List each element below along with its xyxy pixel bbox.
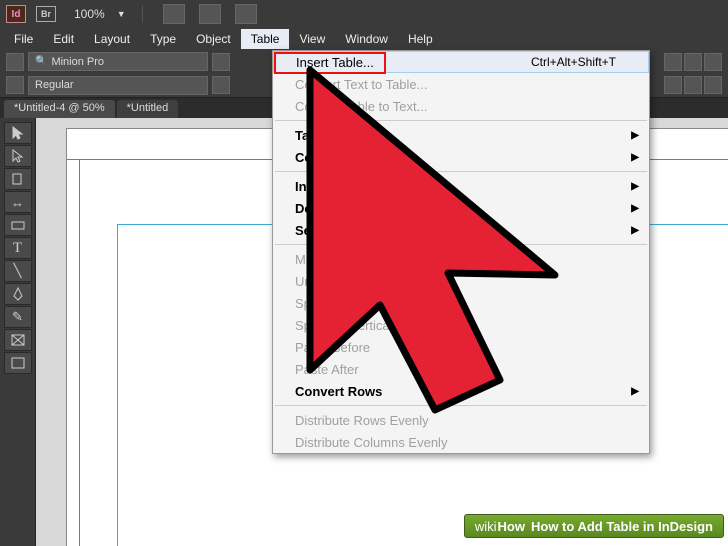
wikihow-title: How to Add Table in InDesign bbox=[531, 519, 713, 534]
menu-item-distribute-columns-evenly: Distribute Columns Evenly bbox=[273, 431, 649, 453]
menu-item-insert[interactable]: Insert ▶ bbox=[273, 175, 649, 197]
view-options-icon[interactable] bbox=[163, 4, 185, 24]
submenu-arrow-icon: ▶ bbox=[631, 130, 639, 141]
highlight-box bbox=[274, 52, 386, 74]
menu-item-convert-table-to-text: Convert Table to Text... bbox=[273, 95, 649, 117]
character-format-icon[interactable] bbox=[6, 53, 24, 71]
wikihow-how-text: How bbox=[498, 519, 525, 534]
menu-shortcut: Ctrl+Alt+Shift+T bbox=[531, 55, 616, 69]
superscript-icon[interactable] bbox=[684, 53, 702, 71]
chevron-down-icon[interactable]: ▼ bbox=[117, 9, 126, 19]
menu-item-label: Convert Rows bbox=[295, 384, 382, 399]
menu-item-label: Split Cell Horizontally bbox=[295, 296, 418, 311]
menu-item-label: Delete bbox=[295, 201, 334, 216]
menu-item-label: Paste After bbox=[295, 362, 359, 377]
menu-item-label: Distribute Columns Evenly bbox=[295, 435, 447, 450]
leading-icon[interactable] bbox=[212, 76, 230, 94]
type-tool-icon[interactable]: T bbox=[4, 237, 32, 259]
title-bar: Id Br 100% ▼ bbox=[0, 0, 728, 28]
menu-item-table-options[interactable]: Table Options ▶ bbox=[273, 124, 649, 146]
menu-window[interactable]: Window bbox=[335, 29, 398, 49]
zoom-level[interactable]: 100% bbox=[74, 7, 105, 21]
menu-item-label: Select bbox=[295, 223, 333, 238]
menu-bar: FileEditLayoutTypeObjectTableViewWindowH… bbox=[0, 28, 728, 50]
tool-panel: ↔ T ╲ ✎ bbox=[0, 118, 36, 546]
menu-edit[interactable]: Edit bbox=[43, 29, 84, 49]
menu-item-label: Cell Options bbox=[295, 150, 372, 165]
rectangle-frame-tool-icon[interactable] bbox=[4, 329, 32, 351]
menu-item-delete[interactable]: Delete ▶ bbox=[273, 197, 649, 219]
submenu-arrow-icon: ▶ bbox=[631, 152, 639, 163]
screen-mode-icon[interactable] bbox=[199, 4, 221, 24]
document-tab[interactable]: *Untitled bbox=[117, 100, 179, 118]
small-caps-icon[interactable] bbox=[664, 76, 682, 94]
menu-item-label: Split Cell Vertically bbox=[295, 318, 402, 333]
arrange-icon[interactable] bbox=[235, 4, 257, 24]
font-family-select[interactable]: 🔍 Minion Pro bbox=[28, 52, 208, 71]
paragraph-format-icon[interactable] bbox=[6, 76, 24, 94]
menu-item-split-cell-horizontally: Split Cell Horizontally bbox=[273, 292, 649, 314]
underline-icon[interactable] bbox=[704, 53, 722, 71]
direct-selection-tool-icon[interactable] bbox=[4, 145, 32, 167]
menu-separator bbox=[275, 244, 647, 245]
menu-table[interactable]: Table bbox=[241, 29, 290, 49]
wikihow-wiki-text: wiki bbox=[475, 519, 497, 534]
menu-item-paste-before: Paste Before bbox=[273, 336, 649, 358]
menu-item-convert-rows[interactable]: Convert Rows ▶ bbox=[273, 380, 649, 402]
submenu-arrow-icon: ▶ bbox=[631, 386, 639, 397]
menu-item-insert-table[interactable]: Insert Table...Ctrl+Alt+Shift+T bbox=[273, 51, 649, 73]
separator bbox=[142, 5, 143, 23]
pen-tool-icon[interactable] bbox=[4, 283, 32, 305]
font-style-value: Regular bbox=[35, 79, 74, 91]
submenu-arrow-icon: ▶ bbox=[631, 181, 639, 192]
menu-separator bbox=[275, 405, 647, 406]
selection-tool-icon[interactable] bbox=[4, 122, 32, 144]
menu-item-label: Table Options bbox=[295, 128, 381, 143]
all-caps-icon[interactable] bbox=[664, 53, 682, 71]
menu-separator bbox=[275, 120, 647, 121]
font-family-value: Minion Pro bbox=[51, 56, 104, 68]
table-menu-dropdown: Insert Table...Ctrl+Alt+Shift+T Convert T… bbox=[272, 50, 650, 454]
menu-item-label: Unmerge Cells bbox=[295, 274, 381, 289]
menu-item-label: Merge Cells bbox=[295, 252, 364, 267]
gap-tool-icon[interactable]: ↔ bbox=[4, 191, 32, 213]
app-logo-icon: Id bbox=[6, 5, 26, 23]
menu-type[interactable]: Type bbox=[140, 29, 186, 49]
menu-item-distribute-rows-evenly: Distribute Rows Evenly bbox=[273, 409, 649, 431]
menu-help[interactable]: Help bbox=[398, 29, 443, 49]
font-size-icon[interactable] bbox=[212, 53, 230, 71]
rectangle-tool-icon[interactable] bbox=[4, 352, 32, 374]
column-guide bbox=[117, 224, 118, 546]
submenu-arrow-icon: ▶ bbox=[631, 203, 639, 214]
menu-separator bbox=[275, 171, 647, 172]
page-tool-icon[interactable] bbox=[4, 168, 32, 190]
font-style-select[interactable]: Regular bbox=[28, 76, 208, 95]
menu-item-cell-options[interactable]: Cell Options ▶ bbox=[273, 146, 649, 168]
margin-guide bbox=[79, 159, 80, 546]
menu-object[interactable]: Object bbox=[186, 29, 241, 49]
document-tab[interactable]: *Untitled-4 @ 50% bbox=[4, 100, 115, 118]
menu-item-label: Insert bbox=[295, 179, 330, 194]
bridge-icon[interactable]: Br bbox=[36, 6, 56, 22]
menu-item-unmerge-cells: Unmerge Cells bbox=[273, 270, 649, 292]
menu-item-label: Convert Text to Table... bbox=[295, 77, 427, 92]
line-tool-icon[interactable]: ╲ bbox=[4, 260, 32, 282]
content-collector-tool-icon[interactable] bbox=[4, 214, 32, 236]
menu-item-label: Convert Table to Text... bbox=[295, 99, 427, 114]
pencil-tool-icon[interactable]: ✎ bbox=[4, 306, 32, 328]
menu-file[interactable]: File bbox=[4, 29, 43, 49]
strikethrough-icon[interactable] bbox=[704, 76, 722, 94]
menu-item-label: Paste Before bbox=[295, 340, 370, 355]
menu-item-select[interactable]: Select ▶ bbox=[273, 219, 649, 241]
menu-item-paste-after: Paste After bbox=[273, 358, 649, 380]
menu-layout[interactable]: Layout bbox=[84, 29, 140, 49]
wikihow-badge: wikiHow How to Add Table in InDesign bbox=[464, 514, 724, 538]
submenu-arrow-icon: ▶ bbox=[631, 225, 639, 236]
menu-item-merge-cells: Merge Cells bbox=[273, 248, 649, 270]
subscript-icon[interactable] bbox=[684, 76, 702, 94]
menu-item-split-cell-vertically: Split Cell Vertically bbox=[273, 314, 649, 336]
menu-item-label: Distribute Rows Evenly bbox=[295, 413, 429, 428]
menu-item-convert-text-to-table: Convert Text to Table... bbox=[273, 73, 649, 95]
menu-view[interactable]: View bbox=[289, 29, 335, 49]
